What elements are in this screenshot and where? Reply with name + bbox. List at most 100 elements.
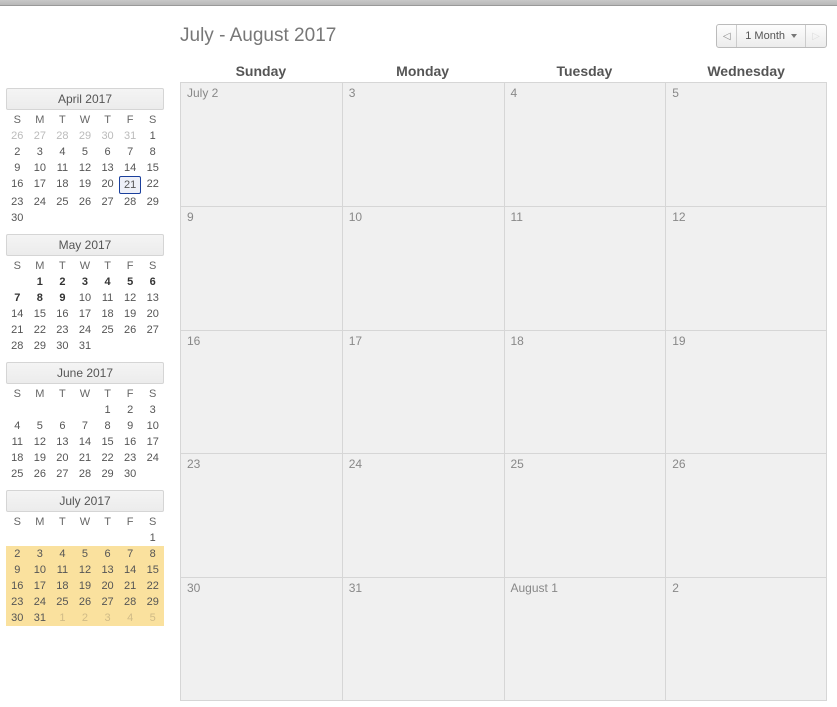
mini-day[interactable]: 15 <box>29 306 52 322</box>
mini-day[interactable]: 13 <box>51 434 74 450</box>
mini-day[interactable]: 7 <box>119 546 142 562</box>
mini-day[interactable]: 22 <box>141 578 164 594</box>
mini-day[interactable]: 5 <box>141 610 164 626</box>
calendar-cell[interactable]: 23 <box>180 453 342 577</box>
mini-day[interactable]: 15 <box>141 562 164 578</box>
mini-day[interactable]: 9 <box>6 160 29 176</box>
mini-day[interactable]: 1 <box>51 610 74 626</box>
mini-day[interactable]: 5 <box>74 144 97 160</box>
mini-day[interactable]: 20 <box>51 450 74 466</box>
calendar-cell[interactable]: 30 <box>180 577 342 701</box>
mini-day[interactable]: 13 <box>96 562 119 578</box>
calendar-cell[interactable]: 10 <box>342 206 504 330</box>
mini-day[interactable]: 2 <box>119 402 142 418</box>
mini-day[interactable]: 8 <box>141 546 164 562</box>
mini-day[interactable]: 10 <box>29 562 52 578</box>
mini-day[interactable]: 29 <box>74 128 97 144</box>
mini-day[interactable]: 13 <box>141 290 164 306</box>
mini-day[interactable]: 7 <box>6 290 29 306</box>
mini-day[interactable]: 24 <box>74 322 97 338</box>
mini-day[interactable]: 20 <box>141 306 164 322</box>
mini-day[interactable]: 25 <box>6 466 29 482</box>
mini-day[interactable]: 26 <box>74 594 97 610</box>
next-button[interactable]: ▷ <box>806 25 826 47</box>
calendar-cell[interactable]: 19 <box>665 330 827 454</box>
calendar-cell[interactable]: 12 <box>665 206 827 330</box>
mini-day[interactable]: 31 <box>74 338 97 354</box>
calendar-cell[interactable]: August 1 <box>504 577 666 701</box>
mini-calendar-title[interactable]: June 2017 <box>6 362 164 384</box>
mini-day[interactable]: 27 <box>29 128 52 144</box>
mini-day[interactable]: 28 <box>6 338 29 354</box>
mini-day[interactable]: 30 <box>96 128 119 144</box>
mini-day[interactable]: 4 <box>51 546 74 562</box>
mini-day[interactable]: 17 <box>29 578 52 594</box>
mini-day[interactable]: 26 <box>119 322 142 338</box>
mini-day[interactable]: 6 <box>96 144 119 160</box>
mini-calendar-title[interactable]: May 2017 <box>6 234 164 256</box>
mini-day[interactable]: 18 <box>96 306 119 322</box>
calendar-cell[interactable]: 5 <box>665 82 827 206</box>
mini-day[interactable]: 29 <box>141 194 164 210</box>
mini-day[interactable]: 20 <box>96 176 119 194</box>
mini-day[interactable]: 31 <box>119 128 142 144</box>
mini-day[interactable]: 3 <box>96 610 119 626</box>
mini-day[interactable]: 21 <box>119 176 142 194</box>
mini-day[interactable]: 4 <box>96 274 119 290</box>
mini-day[interactable]: 30 <box>6 610 29 626</box>
mini-day[interactable]: 5 <box>74 546 97 562</box>
mini-day[interactable]: 25 <box>51 594 74 610</box>
calendar-cell[interactable]: 11 <box>504 206 666 330</box>
calendar-cell[interactable]: 26 <box>665 453 827 577</box>
mini-day[interactable]: 14 <box>6 306 29 322</box>
mini-day[interactable]: 15 <box>96 434 119 450</box>
mini-day[interactable]: 26 <box>74 194 97 210</box>
mini-day[interactable]: 25 <box>51 194 74 210</box>
calendar-cell[interactable]: 18 <box>504 330 666 454</box>
calendar-cell[interactable]: 2 <box>665 577 827 701</box>
mini-day[interactable]: 2 <box>51 274 74 290</box>
calendar-cell[interactable]: 3 <box>342 82 504 206</box>
mini-day[interactable]: 14 <box>119 160 142 176</box>
mini-day[interactable]: 15 <box>141 160 164 176</box>
mini-day[interactable]: 2 <box>6 546 29 562</box>
mini-day[interactable]: 3 <box>29 546 52 562</box>
mini-day[interactable]: 30 <box>119 466 142 482</box>
calendar-cell[interactable]: 24 <box>342 453 504 577</box>
mini-day[interactable]: 6 <box>141 274 164 290</box>
mini-day[interactable]: 1 <box>29 274 52 290</box>
mini-day[interactable]: 17 <box>141 434 164 450</box>
mini-day[interactable]: 1 <box>96 402 119 418</box>
prev-button[interactable]: ◁ <box>717 25 737 47</box>
mini-day[interactable]: 9 <box>51 290 74 306</box>
mini-day[interactable]: 11 <box>6 434 29 450</box>
mini-day[interactable]: 12 <box>74 562 97 578</box>
mini-day[interactable]: 18 <box>6 450 29 466</box>
mini-day[interactable]: 6 <box>51 418 74 434</box>
mini-day[interactable]: 24 <box>141 450 164 466</box>
mini-day[interactable]: 11 <box>51 160 74 176</box>
mini-day[interactable]: 5 <box>29 418 52 434</box>
mini-day[interactable]: 8 <box>29 290 52 306</box>
mini-day[interactable]: 2 <box>74 610 97 626</box>
mini-day[interactable]: 3 <box>74 274 97 290</box>
mini-day[interactable]: 8 <box>96 418 119 434</box>
mini-day[interactable]: 5 <box>119 274 142 290</box>
mini-day[interactable]: 17 <box>29 176 52 194</box>
calendar-cell[interactable]: 9 <box>180 206 342 330</box>
mini-day[interactable]: 1 <box>141 128 164 144</box>
mini-day[interactable]: 2 <box>6 144 29 160</box>
mini-calendar-title[interactable]: July 2017 <box>6 490 164 512</box>
mini-day[interactable]: 3 <box>29 144 52 160</box>
mini-day[interactable]: 16 <box>119 434 142 450</box>
mini-day[interactable]: 19 <box>74 578 97 594</box>
mini-day[interactable]: 10 <box>29 160 52 176</box>
mini-day[interactable]: 4 <box>6 418 29 434</box>
mini-day[interactable]: 6 <box>96 546 119 562</box>
mini-day[interactable]: 23 <box>6 194 29 210</box>
mini-day[interactable]: 30 <box>51 338 74 354</box>
mini-day[interactable]: 11 <box>51 562 74 578</box>
mini-day[interactable]: 25 <box>96 322 119 338</box>
mini-day[interactable]: 1 <box>141 530 164 546</box>
mini-day[interactable]: 16 <box>51 306 74 322</box>
